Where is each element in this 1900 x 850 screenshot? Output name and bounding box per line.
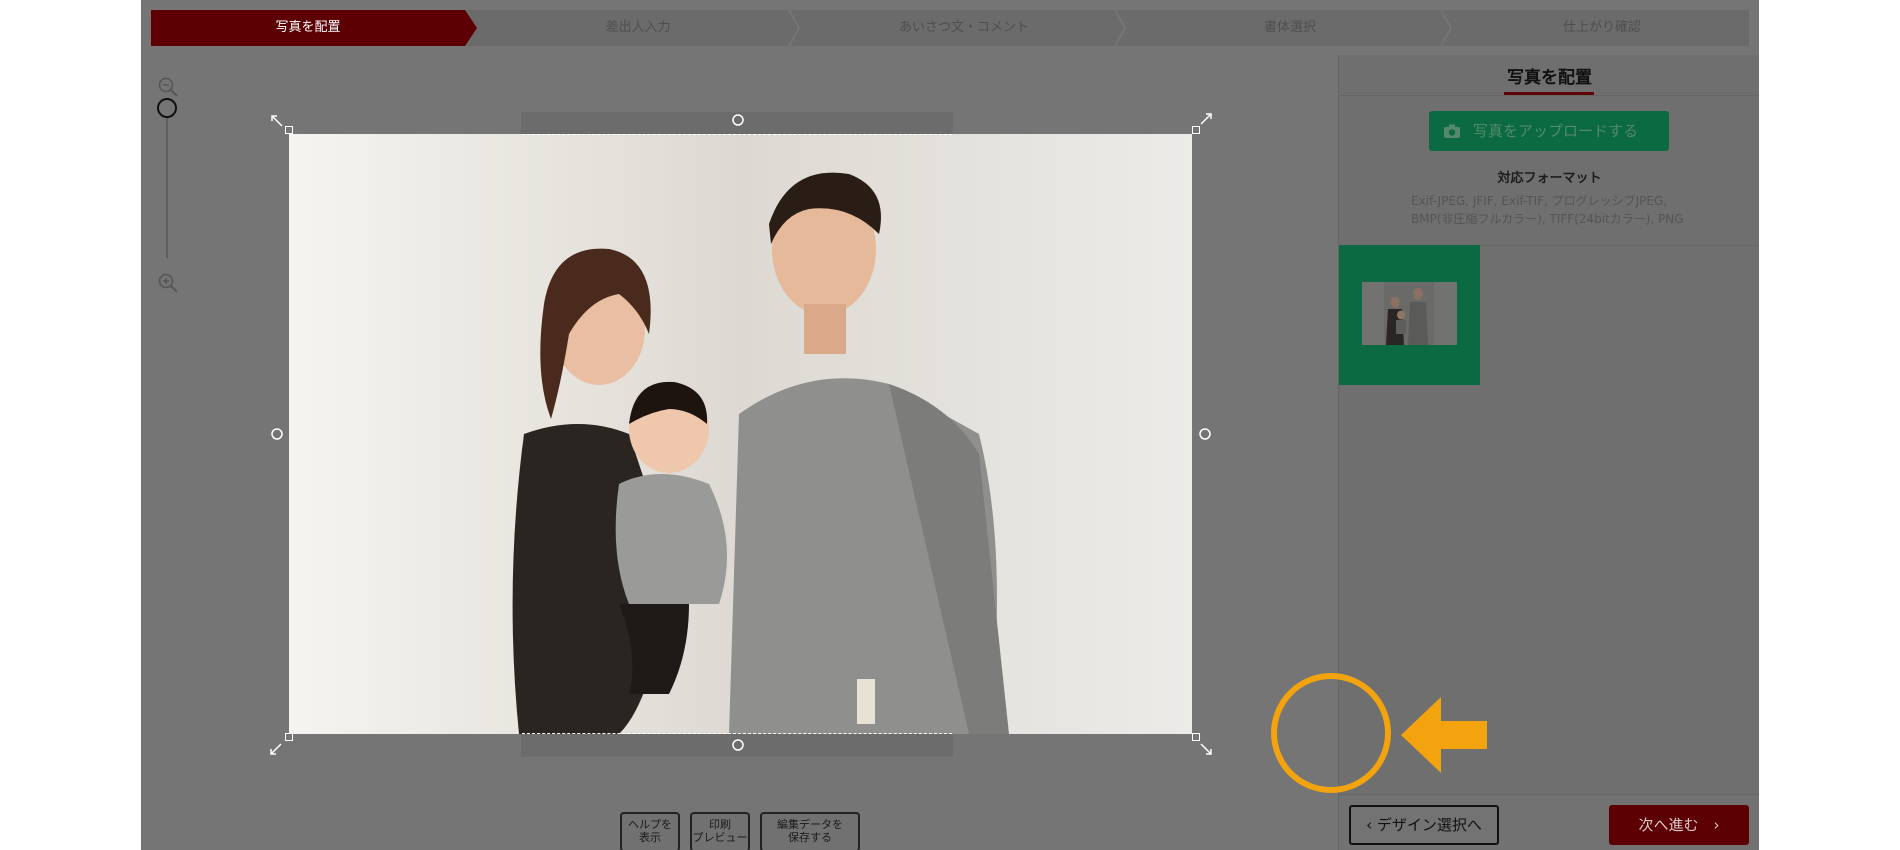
format-line: Exif-JPEG, JFIF, Exif-TIF, プログレッシブJPEG,	[1411, 194, 1668, 208]
step-sender-input[interactable]: 差出人入力	[477, 10, 799, 46]
zoom-slider-handle[interactable]	[157, 98, 177, 118]
resize-handle-bottom-left[interactable]	[285, 733, 293, 741]
resize-diagonal-icon[interactable]	[1199, 112, 1213, 126]
resize-diagonal-icon[interactable]	[1199, 742, 1213, 756]
photo-thumbnail-image	[1362, 282, 1457, 345]
step-font-select[interactable]: 書体選択	[1129, 10, 1451, 46]
rotate-handle-icon[interactable]	[270, 427, 284, 441]
step-divider	[1114, 10, 1126, 46]
thumbnail-photo	[1362, 282, 1457, 345]
step-divider	[788, 10, 800, 46]
format-title: 対応フォーマット	[1497, 171, 1602, 186]
editor-app: 写真を配置 差出人入力 あいさつ文・コメント 書体選択 仕上がり確認 ヘルプを …	[141, 0, 1759, 850]
next-step-button[interactable]: 次へ進む ›	[1609, 805, 1749, 845]
resize-handle-top-right[interactable]	[1192, 126, 1200, 134]
resize-handle-top-left[interactable]	[285, 126, 293, 134]
zoom-in-icon[interactable]	[157, 272, 179, 294]
camera-icon	[1444, 124, 1460, 138]
back-to-design-button[interactable]: ‹ デザイン選択へ	[1349, 805, 1499, 845]
rotate-handle-icon[interactable]	[731, 113, 745, 127]
step-progress-bar: 写真を配置 差出人入力 あいさつ文・コメント 書体選択 仕上がり確認	[151, 10, 1749, 46]
upload-photo-button[interactable]: 写真をアップロードする	[1429, 111, 1669, 151]
arrow-left-annotation-icon	[1401, 697, 1487, 773]
help-button[interactable]: ヘルプを 表示	[620, 812, 680, 850]
family-photo[interactable]	[289, 134, 1192, 734]
zoom-out-icon[interactable]	[157, 76, 179, 98]
crop-guide-top	[522, 134, 952, 135]
divider	[1339, 95, 1759, 96]
format-list: Exif-JPEG, JFIF, Exif-TIF, プログレッシブJPEG, …	[1411, 192, 1711, 228]
print-preview-button[interactable]: 印刷 プレビュー	[690, 812, 750, 850]
step-arrow	[465, 10, 477, 46]
family-photo-image	[289, 134, 1192, 734]
resize-diagonal-icon[interactable]	[269, 742, 283, 756]
highlight-circle-annotation	[1271, 673, 1391, 793]
rotate-handle-icon[interactable]	[1198, 427, 1212, 441]
panel-title: 写真を配置	[1507, 68, 1592, 88]
save-edit-data-button[interactable]: 編集データを 保存する	[760, 812, 860, 850]
format-line: BMP(非圧縮フルカラー), TIFF(24bitカラー), PNG	[1411, 212, 1684, 226]
step-divider	[1440, 10, 1452, 46]
chevron-left-icon: ‹	[1366, 816, 1377, 834]
crop-guide-bottom	[522, 733, 952, 734]
panel-footer: ‹ デザイン選択へ 次へ進む ›	[1339, 794, 1759, 850]
rotate-handle-icon[interactable]	[731, 738, 745, 752]
resize-handle-bottom-right[interactable]	[1192, 733, 1200, 741]
chevron-right-icon: ›	[1698, 816, 1720, 834]
resize-diagonal-icon[interactable]	[270, 114, 284, 128]
step-place-photo[interactable]: 写真を配置	[151, 10, 465, 46]
upload-photo-label: 写真をアップロードする	[1473, 122, 1639, 140]
zoom-slider-track[interactable]	[166, 118, 168, 258]
photo-thumbnail[interactable]	[1339, 245, 1480, 385]
step-final-check[interactable]: 仕上がり確認	[1455, 10, 1749, 46]
step-greeting-comment[interactable]: あいさつ文・コメント	[803, 10, 1125, 46]
